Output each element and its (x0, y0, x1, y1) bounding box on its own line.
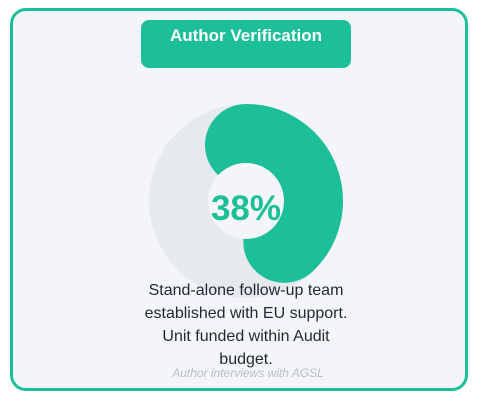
description-text: Stand-alone follow-up team established w… (144, 282, 348, 368)
card: Author Verification Author interviews wi… (10, 8, 468, 391)
gauge-percent-label: 38% (210, 189, 282, 228)
